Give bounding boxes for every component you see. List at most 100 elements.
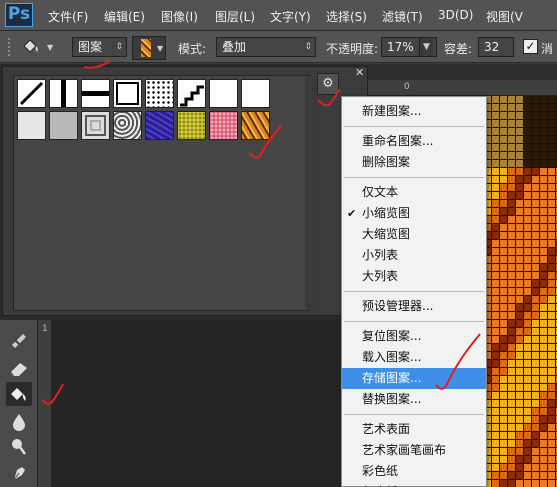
mode-label: 模式: [178,42,207,56]
document-canvas[interactable] [484,96,557,487]
concentric-squares-pattern[interactable] [81,111,110,140]
menu-item-5-3[interactable]: 灰度纸 [342,482,486,487]
white-pattern[interactable] [209,79,238,108]
healing-brush-tool[interactable] [6,328,32,352]
pasteboard [52,320,342,487]
canvas-pixel [540,96,547,103]
menu-image[interactable]: 图像(I) [161,8,198,25]
canvas-pixel [548,472,555,479]
menu-type[interactable]: 文字(Y) [270,8,311,25]
pink-texture-pattern[interactable] [209,111,238,140]
dots-pattern[interactable] [145,79,174,108]
canvas-pixel [516,152,523,159]
fill-source-select[interactable]: 图案 ⇕ [72,37,127,57]
canvas-pixel [492,296,499,303]
canvas-pixel [540,272,547,279]
pattern-picker-panel: ⚙ [2,66,368,316]
canvas-pixel [540,192,547,199]
menu-item-2-4[interactable]: 大列表 [342,266,486,287]
canvas-pixel [508,104,515,111]
opacity-dropdown-icon[interactable]: ▼ [419,38,433,56]
menu-item-5-1[interactable]: 艺术家画笔画布 [342,440,486,461]
menu-item-2-2[interactable]: 大缩览图 [342,224,486,245]
canvas-pixel [548,408,555,415]
menu-filter[interactable]: 滤镜(T) [382,8,423,25]
canvas-pixel [524,440,531,447]
vertical-bar-pattern[interactable] [49,79,78,108]
canvas-pixel [524,304,531,311]
canvas-pixel [516,424,523,431]
canvas-pixel [500,320,507,327]
yellow-texture-pattern[interactable] [177,111,206,140]
picker-menu-button[interactable]: ⚙ [317,73,339,95]
opacity-input[interactable]: 17% ▼ [381,37,437,57]
menu-edit[interactable]: 编辑(E) [104,8,145,25]
canvas-pixel [532,192,539,199]
dodge-tool[interactable] [6,434,32,458]
pen-tool[interactable] [6,460,32,484]
canvas-pixel [508,248,515,255]
menu-3d[interactable]: 3D(D) [438,8,473,22]
mode-select[interactable]: 叠加 ⇕ [216,37,316,57]
light-texture-pattern[interactable] [17,111,46,140]
canvas-pixel [540,216,547,223]
canvas-pixel [540,464,547,471]
stairs-pattern[interactable] [177,79,206,108]
menu-item-1-1[interactable]: 删除图案 [342,152,486,173]
menu-file[interactable]: 文件(F) [48,8,88,25]
eraser-tool[interactable] [6,356,32,380]
canvas-pixel [524,208,531,215]
black-frame-pattern[interactable] [113,79,142,108]
close-icon[interactable]: ✕ [355,66,364,79]
canvas-pixel [492,168,499,175]
menu-item-5-0[interactable]: 艺术表面 [342,419,486,440]
canvas-pixel [540,232,547,239]
menu-view[interactable]: 视图(V [486,8,523,25]
orange-texture-pattern[interactable] [241,111,270,140]
menu-item-1-0[interactable]: 重命名图案... [342,131,486,152]
canvas-pixel [492,224,499,231]
menu-item-4-0[interactable]: 复位图案... [342,326,486,347]
pattern-scrollbar[interactable] [305,78,317,308]
menu-item-3-0[interactable]: 预设管理器... [342,296,486,317]
canvas-pixel [516,184,523,191]
marble-pattern[interactable] [113,111,142,140]
canvas-pixel [524,160,531,167]
canvas-pixel [532,280,539,287]
menu-item-2-0[interactable]: 仅文本 [342,182,486,203]
menu-item-2-1[interactable]: ✔ 小缩览图 [342,203,486,224]
menu-item-4-3[interactable]: 替换图案... [342,389,486,410]
blur-tool[interactable] [6,410,32,434]
tool-preset-arrow-icon[interactable]: ▼ [47,43,53,52]
menu-item-0-0[interactable]: 新建图案... [342,101,486,122]
gray-texture-pattern[interactable] [49,111,78,140]
left-ruler: 1 [38,320,52,487]
horizontal-bar-pattern[interactable] [81,79,110,108]
canvas-pixel [500,160,507,167]
menu-select[interactable]: 选择(S) [326,8,367,25]
menu-item-4-2[interactable]: 存储图案... [342,368,486,389]
canvas-pixel [500,480,507,487]
canvas-pixel [532,432,539,439]
paint-bucket-tool[interactable] [6,382,32,406]
pattern-swatch[interactable]: ▼ [132,36,166,60]
paint-bucket-preset-icon[interactable] [20,37,44,57]
blank-pattern[interactable] [241,79,270,108]
canvas-pixel [524,336,531,343]
canvas-pixel [540,448,547,455]
canvas-pixel [524,184,531,191]
menu-item-2-3[interactable]: 小列表 [342,245,486,266]
canvas-pixel [548,360,555,367]
antialias-checkbox[interactable]: ✓ [523,39,538,54]
canvas-pixel [540,240,547,247]
blue-texture-pattern[interactable] [145,111,174,140]
canvas-pixel [548,120,555,127]
tolerance-input[interactable]: 32 [478,37,514,57]
options-grip[interactable] [8,38,14,56]
diagonal-line-pattern[interactable] [17,79,46,108]
menu-layer[interactable]: 图层(L) [215,8,255,25]
canvas-pixel [500,224,507,231]
canvas-pixel [492,376,499,383]
menu-item-4-1[interactable]: 载入图案... [342,347,486,368]
menu-item-5-2[interactable]: 彩色纸 [342,461,486,482]
